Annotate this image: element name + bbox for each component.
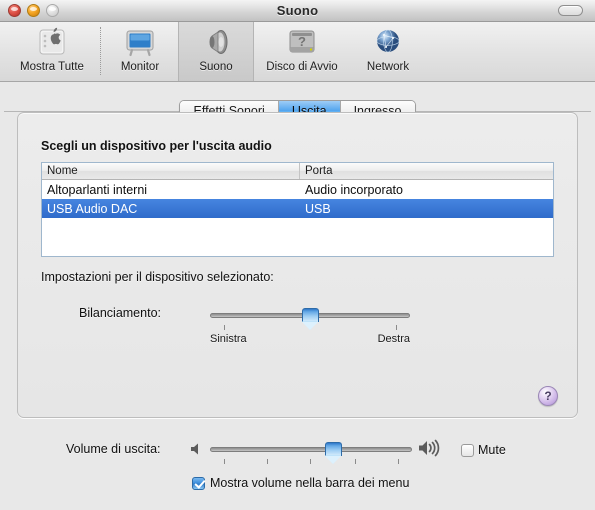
volume-tick [355,459,356,464]
output-volume-label: Volume di uscita: [66,442,161,456]
mute-checkbox-group[interactable]: Mute [461,443,506,457]
help-button[interactable]: ? [538,386,558,406]
toolbar-item-network[interactable]: Network [350,22,426,81]
cell-device-name: USB Audio DAC [47,201,138,216]
balance-tick [224,325,225,330]
volume-tick [310,459,311,464]
selected-device-settings-label: Impostazioni per il dispositivo selezion… [41,270,274,284]
volume-slider-thumb[interactable] [325,442,342,464]
show-volume-menubar-checkbox[interactable] [192,476,205,490]
volume-tick [224,459,225,464]
volume-tick [398,459,399,464]
preferences-toolbar: Mostra Tutte Monitor Suono ? Disco di Av… [0,22,595,82]
balance-tick [396,325,397,330]
balance-right-label: Destra [377,333,410,345]
svg-text:?: ? [298,34,306,49]
cell-device-name: Altoparlanti interni [47,182,148,197]
window-titlebar: Suono [0,0,595,22]
toolbar-toggle-button[interactable] [558,5,583,16]
toolbar-item-monitor[interactable]: Monitor [102,22,178,81]
toolbar-item-label: Network [366,61,410,73]
table-row[interactable]: Altoparlanti interni Audio incorporato [42,180,553,199]
window-title: Suono [276,3,319,18]
mute-checkbox[interactable] [461,443,474,457]
column-header-porta[interactable]: Porta [300,163,553,179]
balance-slider[interactable]: Sinistra Destra [210,308,410,345]
toolbar-item-label: Monitor [120,61,160,73]
balance-slider-thumb[interactable] [301,308,319,330]
output-device-table[interactable]: Nome Porta Altoparlanti interni Audio in… [41,162,554,257]
toolbar-item-label: Mostra Tutte [20,61,84,73]
sound-preferences-window: Suono Mostra Tutte Monitor Suono ? Disco… [0,0,595,510]
network-globe-icon [371,26,405,60]
speaker-low-icon [189,441,205,457]
toolbar-item-label: Suono [199,61,233,73]
toolbar-item-label: Disco di Avvio [266,61,338,73]
output-volume-slider[interactable] [210,442,412,469]
toolbar-item-suono[interactable]: Suono [178,22,254,81]
speaker-high-icon [418,438,444,458]
startup-disk-icon: ? [285,26,319,60]
table-header-row: Nome Porta [42,163,553,180]
output-settings-groupbox [17,112,578,418]
balance-left-label: Sinistra [210,333,247,345]
speaker-icon [199,26,233,60]
column-header-nome[interactable]: Nome [42,163,300,179]
volume-tick [267,459,268,464]
mute-label: Mute [478,443,506,457]
cell-device-port: USB [305,201,331,216]
toolbar-item-mostra-tutte[interactable]: Mostra Tutte [4,22,100,81]
device-list-heading: Scegli un dispositivo per l'uscita audio [41,139,272,153]
cell-device-port: Audio incorporato [305,182,403,197]
volume-slider-track[interactable] [210,447,412,452]
show-all-icon [35,26,69,60]
balance-label: Bilanciamento: [79,306,161,320]
table-row[interactable]: USB Audio DAC USB [42,199,553,218]
display-icon [123,26,157,60]
show-volume-menubar-label: Mostra volume nella barra dei menu [210,476,410,490]
show-volume-menubar-group[interactable]: Mostra volume nella barra dei menu [192,476,409,490]
toolbar-item-disco-di-avvio[interactable]: ? Disco di Avvio [254,22,350,81]
